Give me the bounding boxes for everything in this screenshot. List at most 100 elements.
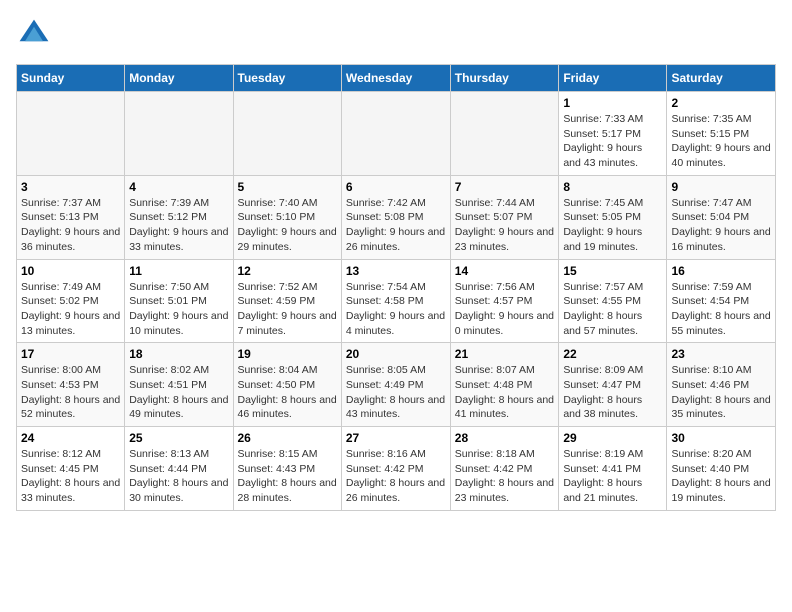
calendar-day: 7 Sunrise: 7:44 AM Sunset: 5:07 PM Daylig…: [450, 175, 559, 259]
day-header-tuesday: Tuesday: [233, 65, 341, 92]
calendar-day: 20 Sunrise: 8:05 AM Sunset: 4:49 PM Dayli…: [341, 343, 450, 427]
calendar-day: 15 Sunrise: 7:57 AM Sunset: 4:55 PM Dayli…: [559, 259, 667, 343]
day-number: 11: [129, 264, 228, 278]
day-number: 9: [671, 180, 771, 194]
day-info: Sunrise: 7:44 AM Sunset: 5:07 PM Dayligh…: [455, 196, 555, 255]
calendar-table: SundayMondayTuesdayWednesdayThursdayFrid…: [16, 64, 776, 511]
day-info: Sunrise: 7:50 AM Sunset: 5:01 PM Dayligh…: [129, 280, 228, 339]
day-info: Sunrise: 7:40 AM Sunset: 5:10 PM Dayligh…: [238, 196, 337, 255]
day-info: Sunrise: 8:19 AM Sunset: 4:41 PM Dayligh…: [563, 447, 662, 506]
calendar-day: 25 Sunrise: 8:13 AM Sunset: 4:44 PM Dayli…: [125, 427, 233, 511]
calendar-day: 18 Sunrise: 8:02 AM Sunset: 4:51 PM Dayli…: [125, 343, 233, 427]
calendar-day: [125, 92, 233, 176]
calendar-day: [17, 92, 125, 176]
calendar-day: 29 Sunrise: 8:19 AM Sunset: 4:41 PM Dayli…: [559, 427, 667, 511]
day-number: 23: [671, 347, 771, 361]
day-number: 17: [21, 347, 120, 361]
calendar-day: 13 Sunrise: 7:54 AM Sunset: 4:58 PM Dayli…: [341, 259, 450, 343]
logo-icon: [16, 16, 52, 52]
day-number: 8: [563, 180, 662, 194]
calendar-day: 14 Sunrise: 7:56 AM Sunset: 4:57 PM Dayli…: [450, 259, 559, 343]
day-number: 20: [346, 347, 446, 361]
day-header-sunday: Sunday: [17, 65, 125, 92]
calendar-week-5: 24 Sunrise: 8:12 AM Sunset: 4:45 PM Dayli…: [17, 427, 776, 511]
calendar-day: 16Sunrise: 7:59 AM Sunset: 4:54 PM Dayli…: [667, 259, 776, 343]
day-info: Sunrise: 8:09 AM Sunset: 4:47 PM Dayligh…: [563, 363, 662, 422]
day-info: Sunrise: 7:33 AM Sunset: 5:17 PM Dayligh…: [563, 112, 662, 171]
calendar-day: 19Sunrise: 8:04 AM Sunset: 4:50 PM Dayli…: [233, 343, 341, 427]
day-number: 29: [563, 431, 662, 445]
calendar-day: 12Sunrise: 7:52 AM Sunset: 4:59 PM Dayli…: [233, 259, 341, 343]
day-info: Sunrise: 8:12 AM Sunset: 4:45 PM Dayligh…: [21, 447, 120, 506]
day-info: Sunrise: 8:05 AM Sunset: 4:49 PM Dayligh…: [346, 363, 446, 422]
day-info: Sunrise: 7:45 AM Sunset: 5:05 PM Dayligh…: [563, 196, 662, 255]
calendar-day: 5 Sunrise: 7:40 AM Sunset: 5:10 PM Daylig…: [233, 175, 341, 259]
day-info: Sunrise: 8:18 AM Sunset: 4:42 PM Dayligh…: [455, 447, 555, 506]
calendar-header-row: SundayMondayTuesdayWednesdayThursdayFrid…: [17, 65, 776, 92]
day-info: Sunrise: 7:57 AM Sunset: 4:55 PM Dayligh…: [563, 280, 662, 339]
day-number: 22: [563, 347, 662, 361]
day-number: 4: [129, 180, 228, 194]
calendar-day: 24 Sunrise: 8:12 AM Sunset: 4:45 PM Dayli…: [17, 427, 125, 511]
day-header-monday: Monday: [125, 65, 233, 92]
day-number: 25: [129, 431, 228, 445]
day-info: Sunrise: 7:39 AM Sunset: 5:12 PM Dayligh…: [129, 196, 228, 255]
day-number: 5: [238, 180, 337, 194]
day-info: Sunrise: 7:54 AM Sunset: 4:58 PM Dayligh…: [346, 280, 446, 339]
logo: [16, 16, 56, 52]
day-info: Sunrise: 7:56 AM Sunset: 4:57 PM Dayligh…: [455, 280, 555, 339]
calendar-day: 11 Sunrise: 7:50 AM Sunset: 5:01 PM Dayli…: [125, 259, 233, 343]
day-number: 6: [346, 180, 446, 194]
day-info: Sunrise: 8:15 AM Sunset: 4:43 PM Dayligh…: [238, 447, 337, 506]
calendar-day: 8 Sunrise: 7:45 AM Sunset: 5:05 PM Daylig…: [559, 175, 667, 259]
day-info: Sunrise: 8:00 AM Sunset: 4:53 PM Dayligh…: [21, 363, 120, 422]
day-number: 2: [671, 96, 771, 110]
calendar-day: [233, 92, 341, 176]
day-info: Sunrise: 7:35 AM Sunset: 5:15 PM Dayligh…: [671, 112, 771, 171]
calendar-day: 23 Sunrise: 8:10 AM Sunset: 4:46 PM Dayli…: [667, 343, 776, 427]
day-number: 12: [238, 264, 337, 278]
day-info: Sunrise: 8:02 AM Sunset: 4:51 PM Dayligh…: [129, 363, 228, 422]
day-info: Sunrise: 7:37 AM Sunset: 5:13 PM Dayligh…: [21, 196, 120, 255]
calendar-day: 17 Sunrise: 8:00 AM Sunset: 4:53 PM Dayli…: [17, 343, 125, 427]
calendar-day: 28 Sunrise: 8:18 AM Sunset: 4:42 PM Dayli…: [450, 427, 559, 511]
day-number: 7: [455, 180, 555, 194]
day-number: 30: [671, 431, 771, 445]
day-number: 15: [563, 264, 662, 278]
day-number: 1: [563, 96, 662, 110]
day-number: 21: [455, 347, 555, 361]
day-header-saturday: Saturday: [667, 65, 776, 92]
day-header-friday: Friday: [559, 65, 667, 92]
day-number: 10: [21, 264, 120, 278]
calendar-day: 27Sunrise: 8:16 AM Sunset: 4:42 PM Dayli…: [341, 427, 450, 511]
calendar-week-1: 1 Sunrise: 7:33 AM Sunset: 5:17 PM Daylig…: [17, 92, 776, 176]
day-number: 13: [346, 264, 446, 278]
day-number: 18: [129, 347, 228, 361]
day-number: 24: [21, 431, 120, 445]
day-header-thursday: Thursday: [450, 65, 559, 92]
calendar-day: 21 Sunrise: 8:07 AM Sunset: 4:48 PM Dayli…: [450, 343, 559, 427]
day-number: 27: [346, 431, 446, 445]
calendar-day: 1 Sunrise: 7:33 AM Sunset: 5:17 PM Daylig…: [559, 92, 667, 176]
calendar-day: 2 Sunrise: 7:35 AM Sunset: 5:15 PM Daylig…: [667, 92, 776, 176]
calendar-day: 3Sunrise: 7:37 AM Sunset: 5:13 PM Daylig…: [17, 175, 125, 259]
day-info: Sunrise: 7:42 AM Sunset: 5:08 PM Dayligh…: [346, 196, 446, 255]
day-info: Sunrise: 8:10 AM Sunset: 4:46 PM Dayligh…: [671, 363, 771, 422]
calendar-day: 9 Sunrise: 7:47 AM Sunset: 5:04 PM Daylig…: [667, 175, 776, 259]
day-number: 28: [455, 431, 555, 445]
day-info: Sunrise: 8:07 AM Sunset: 4:48 PM Dayligh…: [455, 363, 555, 422]
calendar-day: 22 Sunrise: 8:09 AM Sunset: 4:47 PM Dayli…: [559, 343, 667, 427]
day-number: 14: [455, 264, 555, 278]
day-info: Sunrise: 7:47 AM Sunset: 5:04 PM Dayligh…: [671, 196, 771, 255]
day-number: 19: [238, 347, 337, 361]
calendar-week-4: 17 Sunrise: 8:00 AM Sunset: 4:53 PM Dayli…: [17, 343, 776, 427]
day-info: Sunrise: 8:13 AM Sunset: 4:44 PM Dayligh…: [129, 447, 228, 506]
calendar-day: 10 Sunrise: 7:49 AM Sunset: 5:02 PM Dayli…: [17, 259, 125, 343]
calendar-day: [341, 92, 450, 176]
calendar-day: [450, 92, 559, 176]
day-number: 26: [238, 431, 337, 445]
calendar-week-2: 3Sunrise: 7:37 AM Sunset: 5:13 PM Daylig…: [17, 175, 776, 259]
day-info: Sunrise: 8:20 AM Sunset: 4:40 PM Dayligh…: [671, 447, 771, 506]
day-info: Sunrise: 7:59 AM Sunset: 4:54 PM Dayligh…: [671, 280, 771, 339]
day-info: Sunrise: 7:49 AM Sunset: 5:02 PM Dayligh…: [21, 280, 120, 339]
